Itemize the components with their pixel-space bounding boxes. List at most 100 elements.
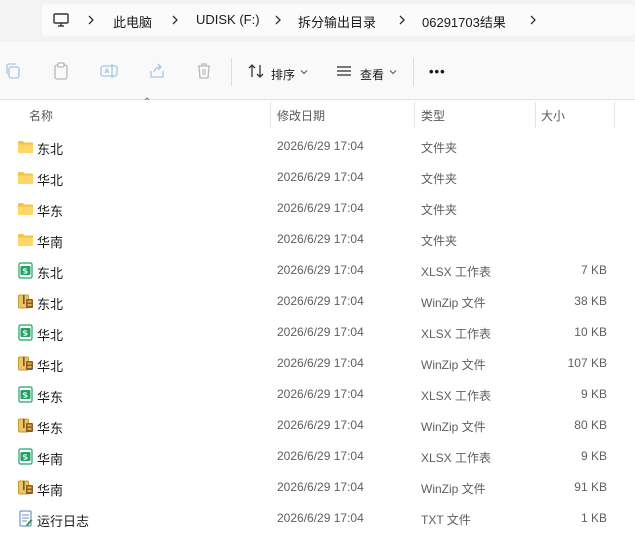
column-divider[interactable] xyxy=(535,102,536,128)
file-type: WinZip 文件 xyxy=(421,296,486,310)
file-name: 东北 xyxy=(37,266,64,281)
chevron-right-icon[interactable] xyxy=(397,12,407,28)
column-divider[interactable] xyxy=(614,102,615,128)
paste-icon[interactable] xyxy=(51,61,71,81)
file-date: 2026/6/29 17:04 xyxy=(277,511,364,525)
chevron-right-icon[interactable] xyxy=(170,12,180,28)
sort-icon[interactable] xyxy=(246,61,266,81)
toolbar-divider xyxy=(231,58,232,86)
file-name: 华北 xyxy=(37,173,64,188)
chevron-right-icon[interactable] xyxy=(528,12,538,28)
winzip-icon xyxy=(17,355,34,372)
folder-icon xyxy=(17,169,34,186)
xlsx-icon xyxy=(17,324,34,341)
folder-icon xyxy=(17,231,34,248)
file-name: 华东 xyxy=(37,390,64,405)
file-name: 华北 xyxy=(37,359,64,374)
xlsx-icon xyxy=(17,262,34,279)
file-row[interactable]: 运行日志 2026/6/29 17:04 TXT 文件 1 KB xyxy=(0,503,635,534)
file-date: 2026/6/29 17:04 xyxy=(277,294,364,308)
file-date: 2026/6/29 17:04 xyxy=(277,356,364,370)
file-date: 2026/6/29 17:04 xyxy=(277,201,364,215)
more-options-button[interactable]: ••• xyxy=(429,64,446,79)
file-size: 9 KB xyxy=(580,449,607,463)
file-name: 东北 xyxy=(37,142,64,157)
share-icon[interactable] xyxy=(147,61,167,81)
file-row[interactable]: 华东 2026/6/29 17:04 XLSX 工作表 9 KB xyxy=(0,379,635,410)
column-divider[interactable] xyxy=(270,102,271,128)
address-bar: 此电脑 UDISK (F:) 拆分输出目录 06291703结果 xyxy=(0,0,635,42)
crumb-output-dir[interactable]: 拆分输出目录 xyxy=(298,12,376,31)
chevron-right-icon[interactable] xyxy=(273,12,283,28)
file-row[interactable]: 华北 2026/6/29 17:04 XLSX 工作表 10 KB xyxy=(0,317,635,348)
column-type[interactable]: 类型 xyxy=(421,107,445,124)
file-row[interactable]: 华南 2026/6/29 17:04 XLSX 工作表 9 KB xyxy=(0,441,635,472)
file-row[interactable]: 华南 2026/6/29 17:04 WinZip 文件 91 KB xyxy=(0,472,635,503)
chevron-down-icon[interactable] xyxy=(300,68,308,76)
winzip-icon xyxy=(17,479,34,496)
file-type: 文件夹 xyxy=(421,234,458,248)
file-size: 1 KB xyxy=(580,511,607,525)
column-name[interactable]: 名称 xyxy=(29,107,53,124)
file-size: 7 KB xyxy=(580,263,607,277)
winzip-icon xyxy=(17,293,34,310)
view-icon[interactable] xyxy=(334,61,354,81)
rename-icon[interactable] xyxy=(99,61,119,81)
file-date: 2026/6/29 17:04 xyxy=(277,263,364,277)
copy-icon[interactable] xyxy=(3,61,23,81)
file-name: 华东 xyxy=(37,421,64,436)
file-row[interactable]: 东北 2026/6/29 17:04 文件夹 xyxy=(0,131,635,162)
file-type: 文件夹 xyxy=(421,172,458,186)
this-pc-icon[interactable] xyxy=(52,11,70,29)
column-header: 名称 修改日期 类型 大小 xyxy=(0,100,635,130)
file-name: 华南 xyxy=(37,452,64,467)
file-name: 华北 xyxy=(37,328,64,343)
column-size[interactable]: 大小 xyxy=(541,107,565,124)
file-date: 2026/6/29 17:04 xyxy=(277,418,364,432)
file-size: 91 KB xyxy=(574,480,607,494)
file-row[interactable]: 华北 2026/6/29 17:04 WinZip 文件 107 KB xyxy=(0,348,635,379)
file-row[interactable]: 东北 2026/6/29 17:04 XLSX 工作表 7 KB xyxy=(0,255,635,286)
file-date: 2026/6/29 17:04 xyxy=(277,449,364,463)
xlsx-icon xyxy=(17,448,34,465)
file-size: 107 KB xyxy=(567,356,607,370)
file-row[interactable]: 华东 2026/6/29 17:04 WinZip 文件 80 KB xyxy=(0,410,635,441)
file-type: 文件夹 xyxy=(421,141,458,155)
sort-button[interactable]: 排序 xyxy=(271,66,295,83)
file-row[interactable]: 华东 2026/6/29 17:04 文件夹 xyxy=(0,193,635,224)
file-name: 运行日志 xyxy=(37,514,90,529)
file-type: XLSX 工作表 xyxy=(421,327,492,341)
folder-icon xyxy=(17,138,34,155)
file-type: 文件夹 xyxy=(421,203,458,217)
crumb-result-dir[interactable]: 06291703结果 xyxy=(422,12,506,31)
file-type: WinZip 文件 xyxy=(421,358,486,372)
crumb-this-pc[interactable]: 此电脑 xyxy=(113,12,152,31)
column-date[interactable]: 修改日期 xyxy=(277,107,325,124)
delete-icon[interactable] xyxy=(194,61,214,81)
file-row[interactable]: 东北 2026/6/29 17:04 WinZip 文件 38 KB xyxy=(0,286,635,317)
file-date: 2026/6/29 17:04 xyxy=(277,170,364,184)
file-type: WinZip 文件 xyxy=(421,420,486,434)
chevron-down-icon[interactable] xyxy=(389,68,397,76)
file-type: TXT 文件 xyxy=(421,513,471,527)
file-size: 80 KB xyxy=(574,418,607,432)
command-bar: 排序 查看 ••• xyxy=(0,42,635,100)
crumb-drive[interactable]: UDISK (F:) xyxy=(196,12,260,27)
xlsx-icon xyxy=(17,386,34,403)
file-row[interactable]: 华南 2026/6/29 17:04 文件夹 xyxy=(0,224,635,255)
file-name: 华东 xyxy=(37,204,64,219)
file-name: 华南 xyxy=(37,483,64,498)
column-divider[interactable] xyxy=(414,102,415,128)
file-type: XLSX 工作表 xyxy=(421,451,492,465)
file-row[interactable]: 华北 2026/6/29 17:04 文件夹 xyxy=(0,162,635,193)
chevron-right-icon[interactable] xyxy=(86,12,96,28)
file-type: XLSX 工作表 xyxy=(421,389,492,403)
file-date: 2026/6/29 17:04 xyxy=(277,139,364,153)
view-button[interactable]: 查看 xyxy=(360,66,384,83)
file-date: 2026/6/29 17:04 xyxy=(277,480,364,494)
file-type: WinZip 文件 xyxy=(421,482,486,496)
file-name: 华南 xyxy=(37,235,64,250)
toolbar-divider xyxy=(413,58,414,86)
file-name: 东北 xyxy=(37,297,64,312)
file-size: 38 KB xyxy=(574,294,607,308)
